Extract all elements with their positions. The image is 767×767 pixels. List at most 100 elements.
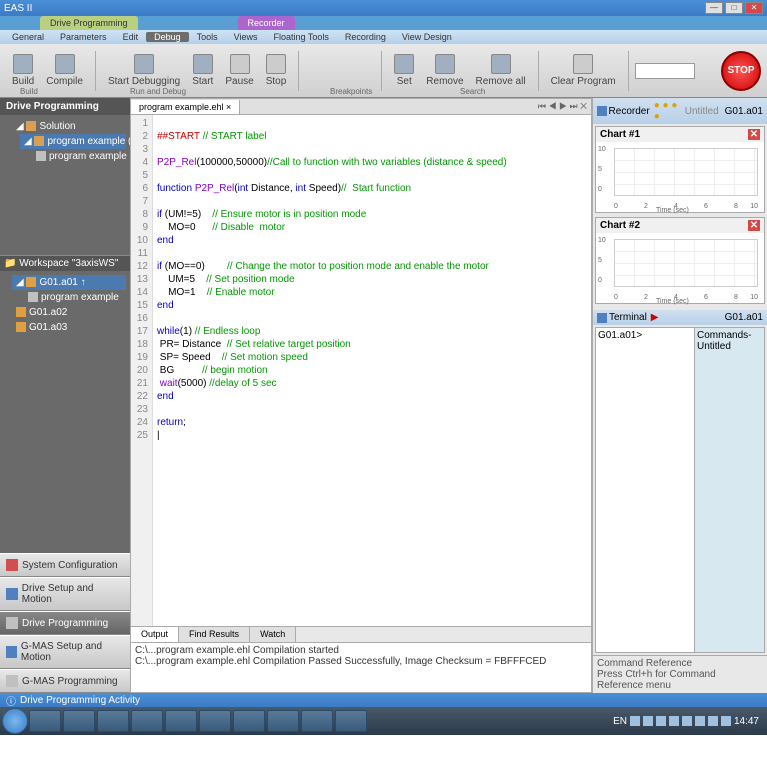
task-item[interactable] — [267, 710, 299, 732]
search-input[interactable] — [635, 63, 695, 79]
tray-icon[interactable] — [656, 716, 666, 726]
task-item[interactable] — [199, 710, 231, 732]
tree-g01a03[interactable]: G01.a03 — [12, 320, 126, 335]
editor-tab-file[interactable]: program example.ehl × — [131, 100, 240, 114]
task-item[interactable] — [233, 710, 265, 732]
start-button[interactable] — [2, 708, 28, 734]
terminal-body: G01.a01> Commands- Untitled — [595, 327, 765, 653]
tray-icon[interactable] — [708, 716, 718, 726]
bp-remove-icon — [435, 54, 455, 74]
tray-lang[interactable]: EN — [613, 716, 627, 727]
tray-clock[interactable]: 14:47 — [734, 716, 759, 727]
nav-system-config[interactable]: System Configuration — [0, 553, 130, 577]
build-icon — [13, 54, 33, 74]
code-editor[interactable]: 1234567891011121314151617181920212223242… — [131, 115, 591, 626]
app-title: EAS II — [4, 3, 32, 14]
tab-find-results[interactable]: Find Results — [179, 627, 250, 642]
pause-button[interactable]: Pause — [219, 52, 259, 89]
build-button[interactable]: Build — [6, 52, 40, 89]
nav-gmas-programming[interactable]: G-MAS Programming — [0, 669, 130, 693]
task-item[interactable] — [165, 710, 197, 732]
menu-floating-tools[interactable]: Floating Tools — [265, 32, 336, 42]
context-tab-strip: Drive Programming Recorder — [0, 16, 767, 30]
chart2-close-icon[interactable]: ✕ — [748, 220, 760, 231]
emergency-stop-button[interactable]: STOP — [721, 51, 761, 91]
tray-icon[interactable] — [630, 716, 640, 726]
menu-recording[interactable]: Recording — [337, 32, 394, 42]
compile-button[interactable]: Compile — [40, 52, 89, 89]
menu-bar: General Parameters Edit Debug Tools View… — [0, 30, 767, 44]
gmas-prog-icon — [6, 675, 18, 687]
chart1-body[interactable]: 1050 0246810 Time (sec) — [596, 142, 764, 212]
tree-prog-ex[interactable]: program example — [24, 290, 126, 305]
bp-set-button[interactable]: Set — [388, 52, 420, 89]
terminal-header: Terminal ▶ G01.a01 — [593, 310, 767, 325]
bp-remove-button[interactable]: Remove — [420, 52, 469, 89]
task-item[interactable] — [63, 710, 95, 732]
close-button[interactable]: ✕ — [745, 2, 763, 14]
stop-button-small[interactable]: Stop — [260, 52, 293, 89]
chart-2: Chart #2✕ 1050 0246810 Time (sec) — [595, 217, 765, 304]
tab-watch[interactable]: Watch — [250, 627, 296, 642]
task-item[interactable] — [29, 710, 61, 732]
code-text[interactable]: ##START // START label P2P_Rel(100000,50… — [153, 115, 591, 626]
tray-icon[interactable] — [721, 716, 731, 726]
editor-tabs: program example.ehl × ⏮ ◀ ▶ ⏭ ✕ — [131, 99, 591, 115]
nav-gmas-setup[interactable]: G-MAS Setup and Motion — [0, 635, 130, 669]
system-tray[interactable]: EN 14:47 — [613, 716, 765, 727]
tree-file[interactable]: program example — [32, 149, 126, 164]
menu-edit[interactable]: Edit — [115, 32, 147, 42]
terminal-commands[interactable]: Commands- Untitled — [694, 328, 764, 652]
output-line: C:\...program example.ehl Compilation Pa… — [135, 656, 587, 667]
term-flag-icon[interactable]: ▶ — [651, 312, 659, 323]
minimize-button[interactable]: — — [705, 2, 723, 14]
menu-parameters[interactable]: Parameters — [52, 32, 115, 42]
editor-nav-arrows[interactable]: ⏮ ◀ ▶ ⏭ ✕ — [534, 101, 591, 112]
task-item[interactable] — [131, 710, 163, 732]
workspace-tree[interactable]: 📁 Workspace "3axisWS" ◢ G01.a01 ↑ progra… — [0, 255, 130, 553]
tray-icon[interactable] — [669, 716, 679, 726]
menu-tools[interactable]: Tools — [189, 32, 226, 42]
chart1-close-icon[interactable]: ✕ — [748, 129, 760, 140]
task-item[interactable] — [97, 710, 129, 732]
compile-icon — [55, 54, 75, 74]
maximize-button[interactable]: □ — [725, 2, 743, 14]
command-reference: Command Reference Press Ctrl+h for Comma… — [593, 655, 767, 693]
tray-icon[interactable] — [643, 716, 653, 726]
tray-icon[interactable] — [695, 716, 705, 726]
editor-area: program example.ehl × ⏮ ◀ ▶ ⏭ ✕ 12345678… — [130, 98, 592, 693]
task-item[interactable] — [301, 710, 333, 732]
start-icon — [193, 54, 213, 74]
menu-view-design[interactable]: View Design — [394, 32, 460, 42]
drive-programming-header: Drive Programming — [0, 98, 130, 115]
status-bar: ⓘ Drive Programming Activity — [0, 693, 767, 707]
chart-1: Chart #1✕ 1050 0246810 Time (sec) — [595, 126, 765, 213]
nav-buttons: System Configuration Drive Setup and Mot… — [0, 553, 130, 693]
menu-general[interactable]: General — [4, 32, 52, 42]
solution-tree[interactable]: ◢ Solution ◢ program example (Debug) < p… — [0, 115, 130, 255]
tree-g01a01[interactable]: ◢ G01.a01 ↑ — [12, 275, 126, 290]
nav-drive-programming[interactable]: Drive Programming — [0, 611, 130, 635]
left-panel: Drive Programming ◢ Solution ◢ program e… — [0, 98, 130, 693]
output-panel[interactable]: C:\...program example.ehl Compilation st… — [131, 642, 591, 692]
tree-solution[interactable]: ◢ Solution — [12, 119, 126, 134]
bp-removeall-button[interactable]: Remove all — [470, 52, 532, 89]
task-item[interactable] — [335, 710, 367, 732]
prog-icon — [6, 617, 18, 629]
chart2-body[interactable]: 1050 0246810 Time (sec) — [596, 233, 764, 303]
output-line: C:\...program example.ehl Compilation st… — [135, 645, 587, 656]
tab-recorder[interactable]: Recorder — [238, 16, 295, 30]
tab-output[interactable]: Output — [131, 627, 179, 642]
menu-views[interactable]: Views — [226, 32, 266, 42]
start-debugging-button[interactable]: Start Debugging — [102, 52, 186, 89]
tray-icon[interactable] — [682, 716, 692, 726]
nav-drive-setup[interactable]: Drive Setup and Motion — [0, 577, 130, 611]
tree-project[interactable]: ◢ program example (Debug) < — [20, 134, 126, 149]
start-button[interactable]: Start — [186, 52, 219, 89]
tab-drive-programming[interactable]: Drive Programming — [40, 16, 138, 30]
tree-g01a02[interactable]: G01.a02 — [12, 305, 126, 320]
terminal-input[interactable]: G01.a01> — [596, 328, 694, 652]
menu-debug[interactable]: Debug — [146, 32, 189, 42]
clear-program-button[interactable]: Clear Program — [545, 52, 622, 89]
rec-dots-icon[interactable]: ● ● ● ● — [654, 100, 685, 122]
